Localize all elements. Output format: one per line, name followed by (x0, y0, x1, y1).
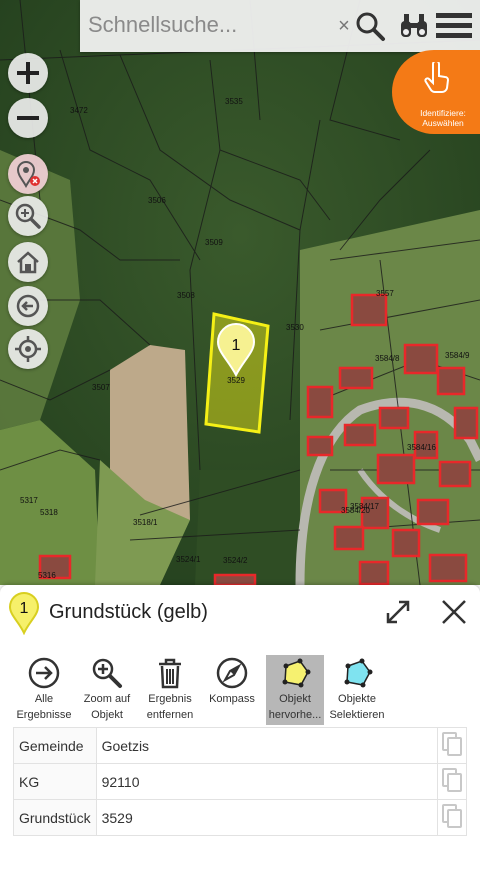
remove-result-label: Ergebnis (148, 693, 192, 705)
menu-icon[interactable] (432, 8, 476, 44)
selected-parcel-label: 3529 (227, 376, 245, 385)
expand-icon (386, 600, 410, 624)
table-row: KG 92110 (13, 763, 467, 800)
attribute-key: Gemeinde (13, 727, 97, 764)
copy-button[interactable] (437, 763, 467, 800)
attribute-value: Goetzis (95, 727, 439, 764)
remove-result-label-2: entfernen (146, 709, 194, 721)
zoom-in-button[interactable] (8, 53, 48, 93)
copy-icon (442, 804, 462, 828)
highlight-object-label-2: hervorhe... (268, 709, 322, 721)
parcel-label: 3584/8 (375, 354, 400, 363)
parcel-label: 3535 (225, 97, 243, 106)
select-objects-label: Objekte (338, 693, 376, 705)
copy-icon (442, 768, 462, 792)
zoom-to-extent-button[interactable] (8, 196, 48, 236)
zoom-to-object-label-2: Objekt (91, 709, 123, 721)
parcel-label: 3506 (148, 196, 166, 205)
select-objects-button[interactable]: Objekte Selektieren (328, 655, 386, 725)
result-panel: 1 Grundstück (gelb) Alle Ergebnisse Zoom… (0, 585, 480, 873)
parcel-label: 3524/2 (223, 556, 248, 565)
search-bar[interactable]: Schnellsuche... × (80, 0, 480, 52)
parcel-label: 5318 (40, 508, 58, 517)
identify-button-label: Identifiziere: Auswählen (420, 108, 466, 128)
parcel-label: 3584/16 (407, 443, 436, 452)
parcel-label: 3509 (205, 238, 223, 247)
back-button[interactable] (8, 286, 48, 326)
zoom-to-object-label: Zoom auf (83, 693, 131, 705)
arrow-right-circle-icon (28, 657, 60, 689)
plus-icon (17, 62, 39, 84)
close-panel-button[interactable] (437, 595, 471, 629)
copy-button[interactable] (437, 799, 467, 836)
copy-icon (442, 732, 462, 756)
attribute-value: 92110 (95, 763, 439, 800)
copy-button[interactable] (437, 727, 467, 764)
remove-result-button[interactable]: Ergebnis entfernen (141, 655, 199, 725)
parcel-label: 3530 (286, 323, 304, 332)
table-row: Gemeinde Goetzis (13, 727, 467, 764)
my-location-button[interactable] (8, 329, 48, 369)
crosshair-icon (15, 336, 41, 362)
binoculars-icon[interactable] (396, 8, 432, 44)
highlight-polygon-icon (282, 658, 311, 688)
home-icon (17, 251, 39, 274)
panel-title: Grundstück (gelb) (49, 601, 208, 623)
highlight-object-label: Objekt (279, 693, 311, 705)
pointing-hand-icon (424, 60, 450, 99)
table-row: Grundstück 3529 (13, 799, 467, 836)
compass-button[interactable]: Kompass (203, 655, 261, 725)
magnifier-plus-icon (15, 203, 41, 229)
zoom-out-button[interactable] (8, 98, 48, 138)
parcel-label: 3557 (376, 289, 394, 298)
arrow-left-circle-icon (16, 294, 40, 318)
search-icon[interactable] (352, 8, 388, 44)
parcel-label: 3518/1 (133, 518, 158, 527)
all-results-label-2: Ergebnisse (16, 709, 72, 721)
parcel-label: 3524/1 (176, 555, 201, 564)
attribute-table: Gemeinde Goetzis KG 92110 Grundstück 352… (13, 727, 467, 836)
select-objects-label-2: Selektieren (329, 709, 385, 721)
parcel-label: 3472 (70, 106, 88, 115)
location-pin-icon (16, 161, 40, 188)
home-button[interactable] (8, 242, 48, 282)
compass-label: Kompass (209, 693, 255, 705)
select-polygon-icon (344, 658, 373, 688)
zoom-in-icon (92, 658, 122, 688)
parcel-label: 3508 (177, 291, 195, 300)
all-results-button[interactable]: Alle Ergebnisse (15, 655, 73, 725)
result-marker-icon: 1 (8, 592, 40, 635)
all-results-label: Alle (34, 693, 54, 705)
parcel-label: 5317 (20, 496, 38, 505)
parcel-label: 3507 (92, 383, 110, 392)
attribute-key: Grundstück (13, 799, 97, 836)
expand-button[interactable] (383, 597, 413, 627)
forest-area (195, 470, 300, 585)
search-input[interactable]: Schnellsuche... (88, 12, 237, 38)
attribute-key: KG (13, 763, 97, 800)
result-marker-number: 1 (20, 600, 29, 617)
trash-icon (159, 658, 181, 689)
compass-icon (216, 657, 248, 689)
parcel-label: 3584/20 (341, 506, 370, 515)
location-pin-button[interactable] (8, 154, 48, 194)
zoom-to-object-button[interactable]: Zoom auf Objekt (78, 655, 136, 725)
map-marker-number: 1 (232, 337, 241, 354)
highlight-object-button[interactable]: Objekt hervorhe... (266, 655, 324, 725)
parcel-label: 3584/9 (445, 351, 470, 360)
close-icon (442, 600, 466, 624)
parcel-label: 5316 (38, 571, 56, 580)
attribute-value: 3529 (95, 799, 439, 836)
minus-icon (17, 116, 39, 120)
identify-button[interactable]: Identifiziere: Auswählen (392, 50, 480, 134)
